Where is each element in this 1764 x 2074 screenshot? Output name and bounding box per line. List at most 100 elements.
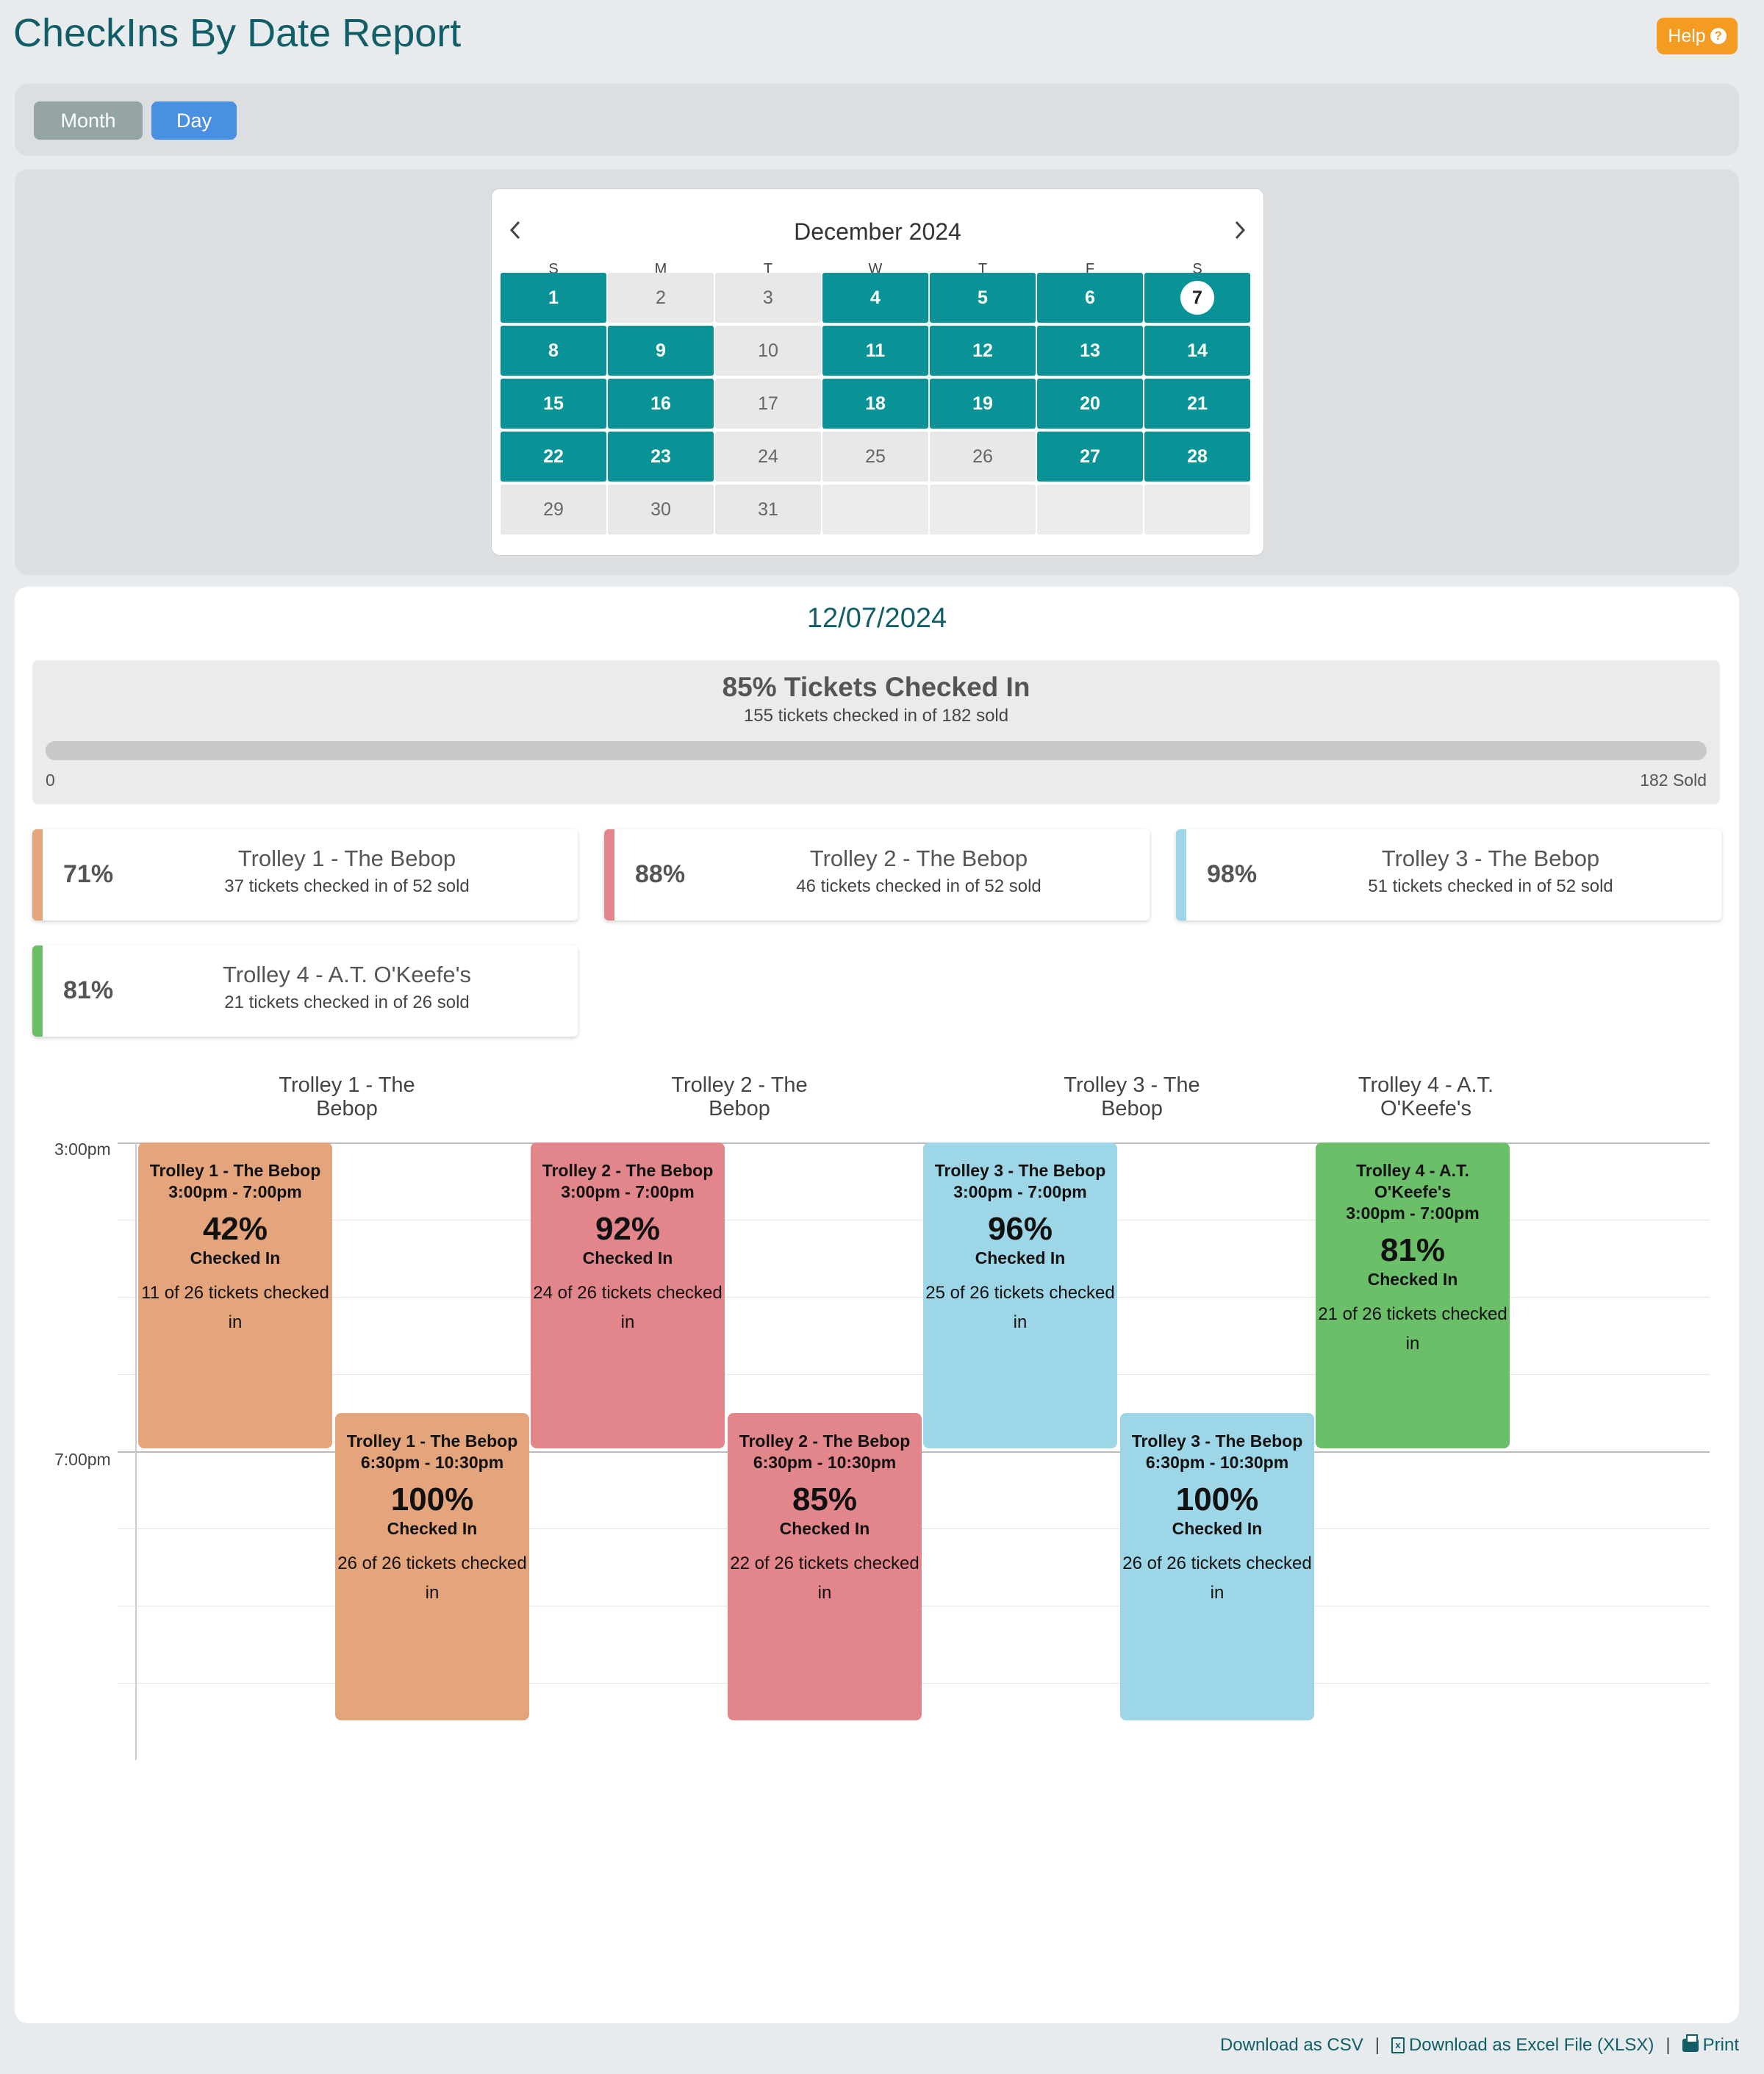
event-count: 21 of 26 tickets checked in [1318,1304,1507,1354]
question-circle-icon: ? [1710,28,1727,44]
event-count: 25 of 26 tickets checked in [925,1283,1115,1332]
calendar-day-5[interactable]: 5 [930,273,1036,323]
schedule-event[interactable]: Trolley 2 - The Bebop 3:00pm - 7:00pm 92… [531,1143,725,1448]
event-label: Checked In [1367,1270,1458,1289]
event-pct: 100% [1175,1481,1259,1517]
event-title: Trolley 4 - A.T. O'Keefe's [1356,1161,1469,1201]
trolley-card: 71% Trolley 1 - The Bebop 37 tickets che… [32,829,578,920]
calendar-empty-cell [1037,484,1143,534]
event-count: 22 of 26 tickets checked in [730,1553,919,1603]
event-time: 6:30pm - 10:30pm [1145,1453,1289,1472]
summary-subtitle: 155 tickets checked in of 182 sold [743,706,1009,726]
calendar-day-17: 17 [715,379,821,429]
time-label: 3:00pm [54,1140,111,1159]
event-time: 6:30pm - 10:30pm [360,1453,504,1472]
calendar-day-6[interactable]: 6 [1037,273,1143,323]
calendar-day-3: 3 [715,273,821,323]
event-pct: 85% [792,1481,858,1517]
print-link[interactable]: Print [1682,2034,1739,2056]
event-label: Checked In [582,1248,673,1267]
event-title: Trolley 1 - The Bebop [346,1431,518,1451]
calendar-day-27[interactable]: 27 [1037,432,1143,482]
calendar-empty-cell [930,484,1036,534]
event-label: Checked In [975,1248,1066,1267]
schedule-event[interactable]: Trolley 4 - A.T. O'Keefe's 3:00pm - 7:00… [1316,1143,1510,1448]
calendar-day-15[interactable]: 15 [501,379,606,429]
day-view-button[interactable]: Day [151,101,237,140]
event-pct: 81% [1380,1232,1446,1268]
print-label: Print [1702,2035,1739,2055]
chevron-right-icon[interactable] [1225,215,1255,245]
calendar-day-22[interactable]: 22 [501,432,606,482]
calendar-day-18[interactable]: 18 [822,379,928,429]
summary-progress-bar [46,741,1707,760]
trolley-card: 98% Trolley 3 - The Bebop 51 tickets che… [1176,829,1721,920]
calendar-day-30: 30 [608,484,714,534]
trolley-name: Trolley 2 - The Bebop [809,845,1028,871]
schedule-event[interactable]: Trolley 3 - The Bebop 6:30pm - 10:30pm 1… [1120,1413,1314,1720]
calendar-day-19[interactable]: 19 [930,379,1036,429]
month-view-button[interactable]: Month [34,101,143,140]
event-count: 26 of 26 tickets checked in [337,1553,527,1603]
summary-title: 85% Tickets Checked In [722,672,1030,702]
footer-separator: | [1666,2035,1671,2055]
trolley-pct: 71% [63,860,114,888]
event-time: 3:00pm - 7:00pm [953,1182,1087,1201]
event-title: Trolley 2 - The Bebop [739,1431,911,1451]
schedule-event[interactable]: Trolley 1 - The Bebop 6:30pm - 10:30pm 1… [335,1413,529,1720]
calendar-day-7[interactable]: 7 [1144,273,1250,323]
event-title: Trolley 3 - The Bebop [1131,1431,1303,1451]
trolley-pct: 98% [1207,860,1258,888]
calendar-day-2: 2 [608,273,714,323]
calendar-day-24: 24 [715,432,821,482]
trolley-detail: 21 tickets checked in of 26 sold [224,993,470,1012]
calendar-day-13[interactable]: 13 [1037,326,1143,376]
calendar-day-8[interactable]: 8 [501,326,606,376]
calendar-day-26: 26 [930,432,1036,482]
trolley-pct: 88% [635,860,686,888]
help-button[interactable]: Help ? [1657,18,1738,54]
schedule-event[interactable]: Trolley 1 - The Bebop 3:00pm - 7:00pm 42… [138,1143,332,1448]
footer-links: Download as CSV | x Download as Excel Fi… [1220,2034,1739,2056]
summary-min-label: 0 [46,770,55,790]
calendar-day-25: 25 [822,432,928,482]
event-label: Checked In [779,1519,870,1538]
calendar-day-1[interactable]: 1 [501,273,606,323]
calendar-day-9[interactable]: 9 [608,326,714,376]
trolley-detail: 51 tickets checked in of 52 sold [1368,876,1613,896]
calendar-day-12[interactable]: 12 [930,326,1036,376]
calendar-day-20[interactable]: 20 [1037,379,1143,429]
download-csv-link[interactable]: Download as CSV [1220,2035,1363,2056]
event-label: Checked In [1172,1519,1263,1538]
calendar-day-4[interactable]: 4 [822,273,928,323]
event-time: 3:00pm - 7:00pm [1346,1204,1480,1223]
download-xlsx-link[interactable]: x Download as Excel File (XLSX) [1391,2035,1654,2056]
calendar-day-11[interactable]: 11 [822,326,928,376]
event-count: 24 of 26 tickets checked in [533,1283,723,1332]
printer-icon [1682,2034,1699,2052]
event-time: 6:30pm - 10:30pm [753,1453,897,1472]
trolley-name: Trolley 3 - The Bebop [1381,845,1600,871]
trolley-name: Trolley 1 - The Bebop [237,845,456,871]
calendar-empty-cell [822,484,928,534]
schedule-axis [135,1143,137,1760]
excel-file-icon: x [1391,2037,1405,2053]
trolley-detail: 37 tickets checked in of 52 sold [224,876,470,896]
time-label: 7:00pm [54,1450,111,1469]
calendar-month-label: December 2024 [794,218,961,245]
calendar-day-16[interactable]: 16 [608,379,714,429]
calendar-day-21[interactable]: 21 [1144,379,1250,429]
calendar-day-10: 10 [715,326,821,376]
trolley-pct: 81% [63,976,114,1004]
calendar-day-28[interactable]: 28 [1144,432,1250,482]
event-time: 3:00pm - 7:00pm [168,1182,302,1201]
event-title: Trolley 2 - The Bebop [542,1161,714,1180]
calendar-day-14[interactable]: 14 [1144,326,1250,376]
calendar-day-23[interactable]: 23 [608,432,714,482]
trolley-name: Trolley 4 - A.T. O'Keefe's [222,962,472,987]
schedule-event[interactable]: Trolley 2 - The Bebop 6:30pm - 10:30pm 8… [728,1413,922,1720]
schedule-event[interactable]: Trolley 3 - The Bebop 3:00pm - 7:00pm 96… [923,1143,1117,1448]
calendar: December 2024 S M T W T F S 1 2 3 4 5 6 7 8 9 10 11 12 13 14… [491,188,1264,556]
view-toggle-panel: Month Day [15,84,1739,156]
report-panel: 12/07/2024 85% Tickets Checked In 155 ti… [15,587,1739,2023]
